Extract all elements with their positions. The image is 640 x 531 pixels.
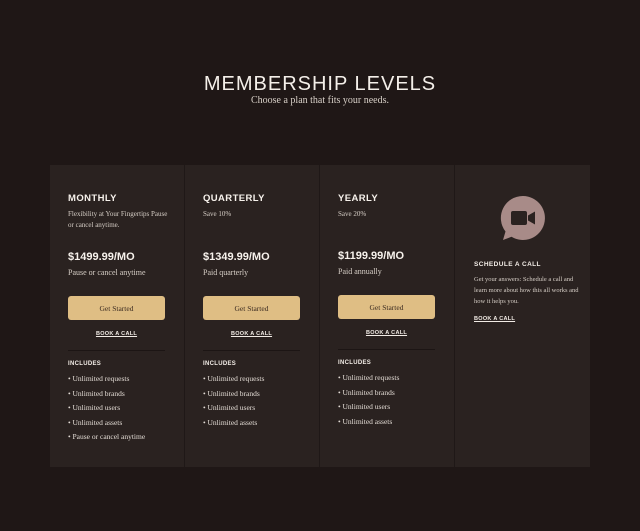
- feature-list: • Unlimited requests • Unlimited brands …: [68, 372, 145, 445]
- feature-item: • Pause or cancel anytime: [68, 432, 146, 441]
- plan-name: QUARTERLY: [203, 193, 265, 204]
- feature-item: • Unlimited assets: [68, 417, 123, 427]
- book-a-call-link[interactable]: BOOK A CALL: [68, 331, 165, 337]
- includes-heading: INCLUDES: [338, 360, 372, 366]
- plan-price-note: Pause or cancel anytime: [68, 268, 146, 277]
- feature-item: • Unlimited assets: [203, 417, 258, 427]
- pricing-panel: MONTHLY Flexibility at Your Fingertips P…: [50, 165, 590, 467]
- feature-list: • Unlimited requests • Unlimited brands …: [203, 372, 264, 430]
- plan-card-yearly: YEARLY Save 20% $1199.99/MO Paid annuall…: [320, 165, 455, 467]
- schedule-call-title: SCHEDULE A CALL: [474, 261, 541, 268]
- plan-card-monthly: MONTHLY Flexibility at Your Fingertips P…: [50, 165, 185, 467]
- divider: [203, 350, 300, 351]
- schedule-call-description: Get your answers: Schedule a call and le…: [474, 276, 579, 305]
- plan-name: YEARLY: [338, 193, 379, 204]
- plan-name: MONTHLY: [68, 193, 117, 204]
- includes-heading: INCLUDES: [203, 361, 237, 367]
- divider: [68, 350, 165, 351]
- feature-item: • Unlimited assets: [338, 416, 393, 426]
- get-started-button[interactable]: Get Started: [203, 296, 300, 320]
- plan-price: $1499.99/MO: [68, 251, 135, 263]
- feature-item: • Unlimited users: [203, 403, 256, 412]
- plan-price: $1199.99/MO: [338, 250, 405, 262]
- feature-item: • Unlimited users: [68, 403, 121, 412]
- feature-item: • Unlimited requests: [203, 374, 265, 383]
- divider: [338, 349, 435, 350]
- feature-item: • Unlimited brands: [203, 388, 260, 398]
- page-title: MEMBERSHIP LEVELS: [203, 73, 437, 96]
- includes-heading: INCLUDES: [68, 361, 102, 367]
- feature-item: • Unlimited users: [338, 402, 391, 411]
- plan-description: Save 10%: [203, 210, 232, 218]
- feature-item: • Unlimited brands: [68, 388, 125, 398]
- plan-price-note: Paid annually: [338, 267, 382, 276]
- plan-price: $1349.99/MO: [203, 251, 270, 263]
- video-call-icon: [500, 195, 545, 240]
- get-started-button[interactable]: Get Started: [68, 296, 165, 320]
- feature-item: • Unlimited requests: [338, 373, 400, 382]
- plan-card-quarterly: QUARTERLY Save 10% $1349.99/MO Paid quar…: [185, 165, 320, 467]
- schedule-call-card: SCHEDULE A CALL Get your answers: Schedu…: [455, 165, 590, 467]
- book-a-call-link[interactable]: BOOK A CALL: [338, 330, 435, 336]
- book-a-call-link[interactable]: BOOK A CALL: [203, 331, 300, 337]
- page-subtitle: Choose a plan that fits your needs.: [250, 95, 390, 106]
- feature-item: • Unlimited brands: [338, 387, 395, 397]
- plan-price-note: Paid quarterly: [203, 268, 249, 277]
- feature-item: • Unlimited requests: [68, 374, 130, 383]
- plan-description: Save 20%: [338, 210, 367, 218]
- book-a-call-link[interactable]: BOOK A CALL: [474, 316, 515, 322]
- feature-list: • Unlimited requests • Unlimited brands …: [338, 371, 399, 429]
- get-started-button[interactable]: Get Started: [338, 295, 435, 319]
- plan-description: Flexibility at Your Fingertips Pause or …: [68, 210, 168, 229]
